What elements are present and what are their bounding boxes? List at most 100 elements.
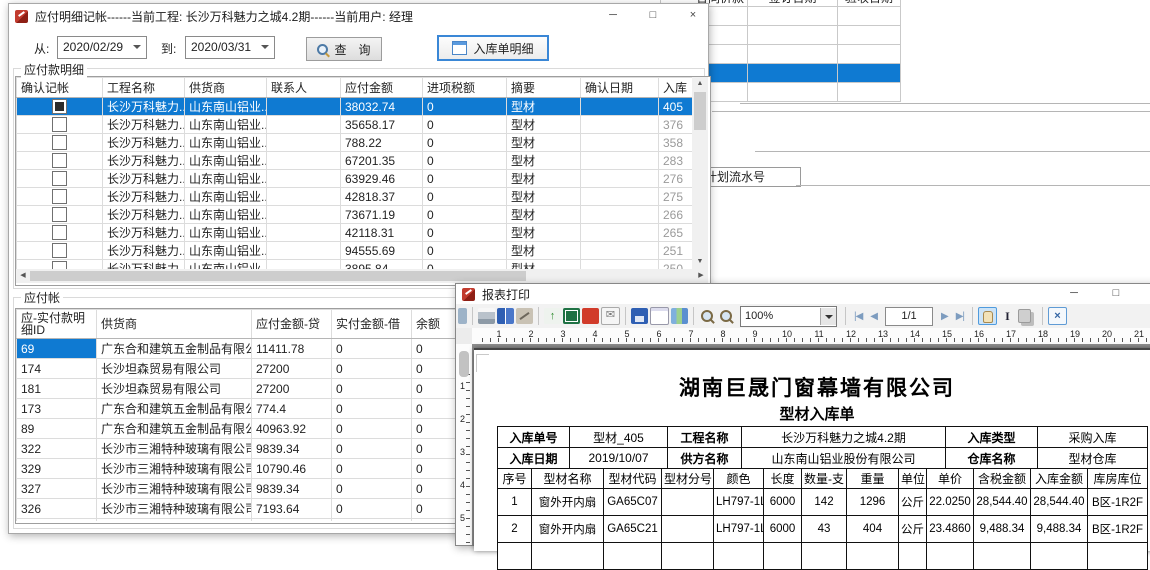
confirm-checkbox[interactable] xyxy=(52,225,67,240)
export-icon[interactable]: ↑ xyxy=(544,308,561,324)
supplier-cell[interactable]: 山东南山铝业... xyxy=(185,260,267,270)
payable-credit-cell[interactable] xyxy=(252,519,332,522)
minimize-button[interactable]: ─ xyxy=(1064,284,1084,302)
detail-row[interactable]: 长沙万科魅力... 山东南山铝业... 788.22 0 型材 358 xyxy=(17,134,693,152)
amount-cell[interactable]: 94555.69 xyxy=(341,242,423,260)
confirm-cell[interactable] xyxy=(17,188,103,206)
inbound-no-cell[interactable]: 358 xyxy=(659,134,693,152)
zoom-level-select[interactable]: 100% xyxy=(740,306,837,327)
detail-id-cell[interactable]: 326 xyxy=(17,499,97,519)
confirm-date-cell[interactable] xyxy=(581,134,659,152)
detail-id-cell[interactable]: 181 xyxy=(17,379,97,399)
paid-debit-cell[interactable] xyxy=(332,519,412,522)
hand-pan-tool-icon[interactable] xyxy=(978,307,997,325)
detail-id-cell[interactable]: 174 xyxy=(17,359,97,379)
confirm-cell[interactable] xyxy=(17,170,103,188)
multi-page-view-icon[interactable] xyxy=(671,308,688,324)
supplier-cell[interactable]: 广东合和建筑五金制品有限公司 xyxy=(97,339,252,359)
supplier-cell[interactable]: 长沙市三湘特种玻璃有限公司 xyxy=(97,499,252,519)
scroll-down-icon[interactable]: ▼ xyxy=(693,255,707,269)
payable-credit-cell[interactable]: 11411.78 xyxy=(252,339,332,359)
confirm-checkbox[interactable] xyxy=(52,189,67,204)
supplier-cell[interactable]: 长沙市三湘特种玻璃有限公司 xyxy=(97,519,252,522)
supplier-cell[interactable]: 山东南山铝业... xyxy=(185,224,267,242)
inbound-no-cell[interactable]: 250 xyxy=(659,260,693,270)
tax-cell[interactable]: 0 xyxy=(423,134,507,152)
confirm-checkbox[interactable] xyxy=(52,243,67,258)
confirm-checkbox[interactable] xyxy=(52,135,67,150)
to-date-select[interactable]: 2020/03/31 xyxy=(185,36,275,59)
close-button[interactable]: × xyxy=(1146,284,1150,302)
paid-debit-cell[interactable]: 0 xyxy=(332,339,412,359)
ruler-thumb[interactable] xyxy=(459,351,469,377)
export-pdf-icon[interactable] xyxy=(582,308,599,324)
inbound-no-cell[interactable]: 275 xyxy=(659,188,693,206)
amount-cell[interactable]: 73671.19 xyxy=(341,206,423,224)
confirm-date-cell[interactable] xyxy=(581,170,659,188)
confirm-date-cell[interactable] xyxy=(581,260,659,270)
confirm-checkbox[interactable] xyxy=(52,261,67,269)
close-button[interactable]: × xyxy=(683,6,703,24)
scroll-right-icon[interactable]: ▶ xyxy=(694,269,708,283)
detail-row[interactable]: 长沙万科魅力... 山东南山铝业... 94555.69 0 型材 251 xyxy=(17,242,693,260)
paid-debit-cell[interactable]: 0 xyxy=(332,379,412,399)
contact-cell[interactable] xyxy=(267,98,341,116)
tax-cell[interactable]: 0 xyxy=(423,188,507,206)
zoom-in-icon[interactable] xyxy=(699,308,716,324)
next-page-button[interactable]: ▶ xyxy=(938,311,951,322)
payable-credit-cell[interactable]: 774.4 xyxy=(252,399,332,419)
summary-cell[interactable]: 型材 xyxy=(507,224,581,242)
confirm-date-cell[interactable] xyxy=(581,152,659,170)
project-cell[interactable]: 长沙万科魅力... xyxy=(103,224,185,242)
summary-cell[interactable]: 型材 xyxy=(507,206,581,224)
scrollbar-thumb[interactable] xyxy=(694,92,706,130)
project-cell[interactable]: 长沙万科魅力... xyxy=(103,134,185,152)
paid-debit-cell[interactable]: 0 xyxy=(332,479,412,499)
contact-cell[interactable] xyxy=(267,170,341,188)
zoom-out-icon[interactable] xyxy=(718,308,735,324)
clipped-icon[interactable] xyxy=(458,308,467,324)
last-page-button[interactable]: ▶| xyxy=(953,311,967,322)
maximize-button[interactable]: □ xyxy=(643,6,663,24)
confirm-date-cell[interactable] xyxy=(581,116,659,134)
email-icon[interactable]: ✉ xyxy=(601,307,620,325)
scroll-left-icon[interactable]: ◀ xyxy=(16,269,30,283)
detail-row[interactable]: 长沙万科魅力... 山东南山铝业... 35658.17 0 型材 376 xyxy=(17,116,693,134)
paid-debit-cell[interactable]: 0 xyxy=(332,419,412,439)
amount-cell[interactable]: 63929.46 xyxy=(341,170,423,188)
paid-debit-cell[interactable]: 0 xyxy=(332,499,412,519)
amount-cell[interactable]: 788.22 xyxy=(341,134,423,152)
settings-tools-icon[interactable] xyxy=(516,308,533,324)
supplier-cell[interactable]: 长沙坦森贸易有限公司 xyxy=(97,379,252,399)
paid-debit-cell[interactable]: 0 xyxy=(332,459,412,479)
summary-cell[interactable]: 型材 xyxy=(507,260,581,270)
project-cell[interactable]: 长沙万科魅力... xyxy=(103,152,185,170)
confirm-date-cell[interactable] xyxy=(581,188,659,206)
confirm-date-cell[interactable] xyxy=(581,206,659,224)
project-cell[interactable]: 长沙万科魅力... xyxy=(103,188,185,206)
summary-cell[interactable]: 型材 xyxy=(507,170,581,188)
confirm-checkbox[interactable] xyxy=(52,153,67,168)
project-cell[interactable]: 长沙万科魅力... xyxy=(103,206,185,224)
summary-cell[interactable]: 型材 xyxy=(507,116,581,134)
amount-cell[interactable]: 42118.31 xyxy=(341,224,423,242)
detail-row[interactable]: 长沙万科魅力... 山东南山铝业... 3895.84 0 型材 250 xyxy=(17,260,693,270)
supplier-cell[interactable]: 长沙坦森贸易有限公司 xyxy=(97,359,252,379)
contact-cell[interactable] xyxy=(267,242,341,260)
detail-row[interactable]: 长沙万科魅力... 山东南山铝业... 38032.74 0 型材 405 xyxy=(17,98,693,116)
project-cell[interactable]: 长沙万科魅力... xyxy=(103,242,185,260)
from-date-select[interactable]: 2020/02/29 xyxy=(57,36,147,59)
paid-debit-cell[interactable]: 0 xyxy=(332,359,412,379)
project-cell[interactable]: 长沙万科魅力... xyxy=(103,170,185,188)
confirm-cell[interactable] xyxy=(17,98,103,116)
tax-cell[interactable]: 0 xyxy=(423,206,507,224)
detail-id-cell[interactable]: 327 xyxy=(17,479,97,499)
contact-cell[interactable] xyxy=(267,224,341,242)
confirm-cell[interactable] xyxy=(17,224,103,242)
payable-credit-cell[interactable]: 40963.92 xyxy=(252,419,332,439)
vertical-scrollbar[interactable]: ▲ ▼ xyxy=(692,77,708,269)
inbound-no-cell[interactable]: 266 xyxy=(659,206,693,224)
detail-row[interactable]: 长沙万科魅力... 山东南山铝业... 63929.46 0 型材 276 xyxy=(17,170,693,188)
chevron-down-icon[interactable] xyxy=(820,308,836,325)
detail-id-cell[interactable] xyxy=(17,519,97,522)
